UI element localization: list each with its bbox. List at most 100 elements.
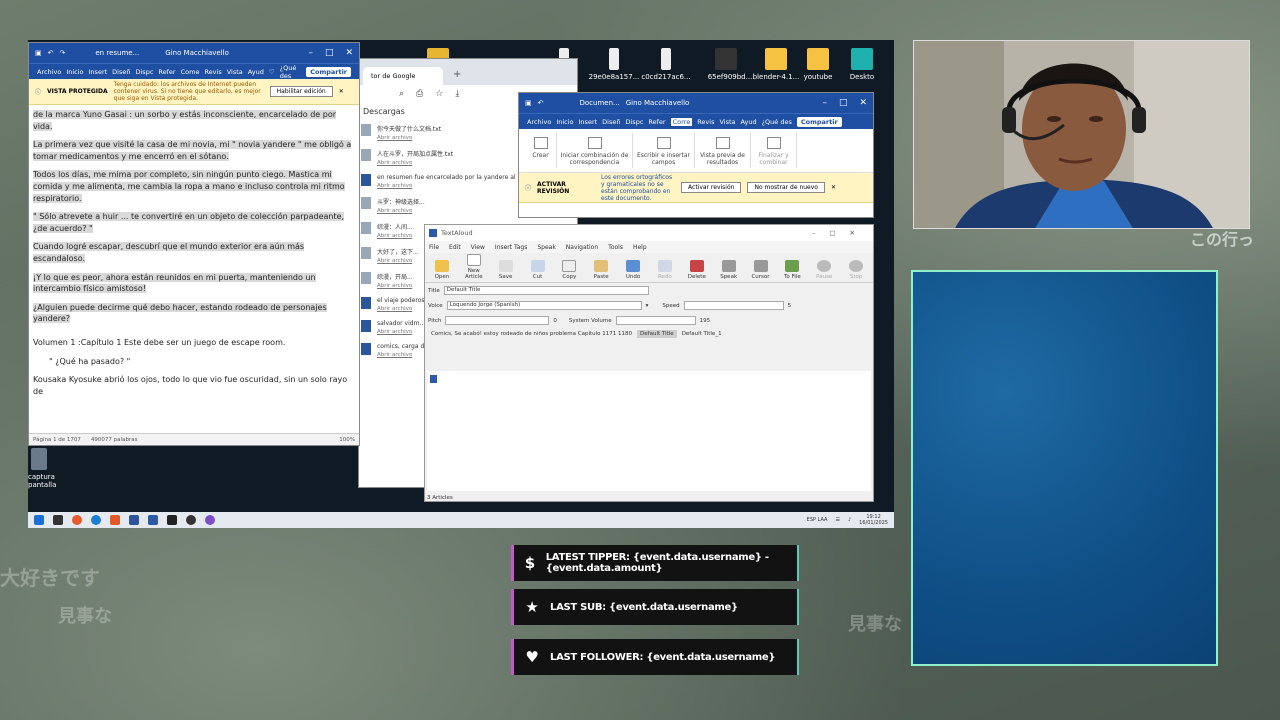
desktop-icon[interactable]: c0cd217ac6... (640, 48, 692, 81)
tab-vista[interactable]: Vista (719, 118, 735, 126)
close-icon[interactable]: ✕ (859, 98, 867, 108)
tab-referencias[interactable]: Refer (648, 118, 665, 126)
tab-revisar[interactable]: Revis (697, 118, 714, 126)
redo-icon[interactable]: ↷ (60, 49, 66, 57)
menu-tools[interactable]: Tools (608, 244, 623, 251)
desktop-icon[interactable]: 65ef909bd... (704, 48, 756, 81)
volume-slider[interactable] (615, 316, 696, 325)
maximize-icon[interactable]: □ (839, 98, 848, 108)
start-merge-button[interactable]: Iniciar combinación de correspondencia (557, 133, 633, 168)
tell-me-search[interactable]: ¿Qué des (280, 64, 302, 80)
zoom-level[interactable]: 100% (339, 437, 355, 443)
star-icon[interactable]: ☆ (435, 89, 443, 99)
minimize-icon[interactable]: – (308, 48, 313, 58)
chrome-icon[interactable] (72, 515, 82, 525)
desktop-icon[interactable]: Deskto (836, 48, 888, 81)
tab-archivo[interactable]: Archivo (527, 118, 551, 126)
save-icon[interactable]: ▣ (35, 49, 42, 57)
delete-button[interactable]: Delete (684, 260, 710, 280)
tab-archivo[interactable]: Archivo (37, 68, 61, 76)
tab-correspondencia[interactable]: Come (181, 68, 200, 76)
share-button[interactable]: Compartir (796, 116, 842, 127)
save-icon[interactable]: ▣ (525, 99, 532, 107)
save-button[interactable]: Save (493, 260, 519, 280)
pitch-slider[interactable] (445, 316, 550, 325)
dont-show-again-button[interactable]: No mostrar de nuevo (747, 182, 825, 193)
chrome-tab[interactable]: tor de Google (363, 67, 443, 85)
tab-insertar[interactable]: Insert (89, 68, 108, 76)
menu-view[interactable]: View (471, 244, 485, 251)
redo-button[interactable]: Redo (652, 260, 678, 280)
brave-icon[interactable] (110, 515, 120, 525)
obs-icon[interactable] (186, 515, 196, 525)
menu-help[interactable]: Help (633, 244, 647, 251)
cursor-button[interactable]: Cursor (748, 260, 774, 280)
preview-results-button[interactable]: Vista previa de resultados (695, 133, 751, 168)
tab-inicio[interactable]: Inicio (556, 118, 573, 126)
textaloud-icon[interactable] (148, 515, 158, 525)
paste-button[interactable]: Paste (588, 260, 614, 280)
desktop-icon[interactable]: 29e0e8a157... (588, 48, 640, 81)
undo-icon[interactable]: ↶ (48, 49, 54, 57)
language-indicator[interactable]: ESP LAA (807, 517, 828, 523)
article-tab[interactable]: Default Title_1 (679, 330, 725, 338)
enable-editing-button[interactable]: Habilitar edición (269, 86, 333, 97)
close-icon[interactable]: ✕ (831, 184, 836, 191)
window-controls[interactable]: –□✕ (812, 229, 869, 237)
document-body[interactable]: de la marca Yuno Gasai : un sorbo y está… (29, 105, 359, 408)
speak-button[interactable]: Speak (716, 260, 742, 280)
share-button[interactable]: Compartir (306, 66, 351, 77)
article-tab[interactable]: Default Title (637, 330, 677, 338)
menu-file[interactable]: File (429, 244, 439, 251)
finish-merge-button[interactable]: Finalizar y combinar (751, 133, 797, 168)
article-editor[interactable] (427, 371, 871, 491)
voice-select[interactable]: Loquendo Jorge (Spanish) (446, 301, 642, 310)
undo-icon[interactable]: ↶ (538, 99, 544, 107)
tell-me-search[interactable]: ¿Qué des (762, 118, 792, 126)
tab-ayuda[interactable]: Ayud (248, 68, 264, 76)
to-file-button[interactable]: To File (779, 260, 805, 280)
tab-ayuda[interactable]: Ayud (741, 118, 757, 126)
new-article-button[interactable]: New Article (461, 254, 487, 280)
edge-icon[interactable] (91, 515, 101, 525)
menu-insert-tags[interactable]: Insert Tags (495, 244, 527, 251)
capcut-icon[interactable] (167, 515, 177, 525)
stop-button[interactable]: Stop (843, 260, 869, 280)
copy-button[interactable]: Copy (556, 260, 582, 280)
share-icon[interactable]: ⎙ (416, 89, 423, 99)
tab-diseno[interactable]: Diseñ (602, 118, 620, 126)
tab-referencias[interactable]: Refer (158, 68, 175, 76)
chevron-down-icon[interactable]: ▾ (646, 303, 649, 309)
tab-disposicion[interactable]: Dispc (626, 118, 644, 126)
tab-revisar[interactable]: Revis (204, 68, 221, 76)
article-tab[interactable]: Comics, Se acabó! estoy rodeado de niños… (428, 330, 635, 338)
clock[interactable]: 19:12 16/01/2025 (859, 514, 888, 526)
menu-navigation[interactable]: Navigation (566, 244, 598, 251)
desktop-icon[interactable]: captura pantalla (28, 448, 56, 489)
word-icon[interactable] (129, 515, 139, 525)
volume-icon[interactable]: ♪ (848, 517, 851, 523)
tab-insertar[interactable]: Insert (579, 118, 598, 126)
speed-slider[interactable] (683, 301, 784, 310)
menu-edit[interactable]: Edit (449, 244, 461, 251)
tab-correspondencia[interactable]: Corre (670, 117, 693, 126)
tab-disposicion[interactable]: Dispc (136, 68, 154, 76)
tab-diseno[interactable]: Diseñ (112, 68, 130, 76)
close-icon[interactable]: ✕ (345, 48, 353, 58)
open-button[interactable]: Open (429, 260, 455, 280)
crear-button[interactable]: Crear (525, 133, 557, 168)
windows-start-icon[interactable] (34, 515, 44, 525)
close-icon[interactable]: ✕ (339, 88, 344, 95)
undo-button[interactable]: Undo (620, 260, 646, 280)
app-icon[interactable] (205, 515, 215, 525)
maximize-icon[interactable]: □ (325, 48, 334, 58)
pause-button[interactable]: Pause (811, 260, 837, 280)
activate-review-button[interactable]: Activar revisión (681, 182, 742, 193)
cut-button[interactable]: Cut (525, 260, 551, 280)
new-tab-icon[interactable]: + (443, 69, 471, 85)
insert-fields-button[interactable]: Escribir e insertar campos (633, 133, 695, 168)
search-icon[interactable]: ⌕ (399, 89, 404, 99)
tab-vista[interactable]: Vista (227, 68, 243, 76)
menu-speak[interactable]: Speak (537, 244, 555, 251)
download-icon[interactable]: ⤓ (455, 89, 459, 99)
